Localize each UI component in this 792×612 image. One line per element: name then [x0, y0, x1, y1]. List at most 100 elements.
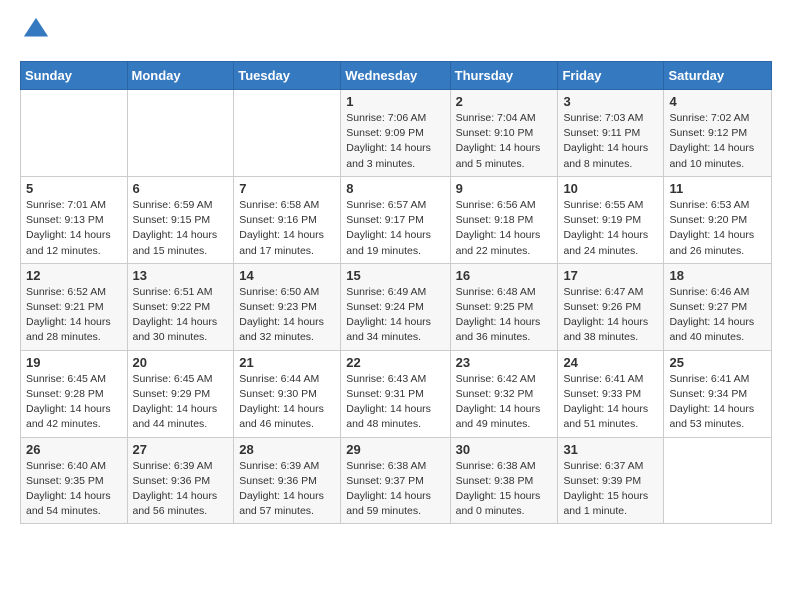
- day-cell: 13 Sunrise: 6:51 AM Sunset: 9:22 PM Dayli…: [127, 263, 234, 350]
- day-cell: 9 Sunrise: 6:56 AM Sunset: 9:18 PM Daylig…: [450, 176, 558, 263]
- calendar-table: SundayMondayTuesdayWednesdayThursdayFrid…: [20, 61, 772, 524]
- day-number: 8: [346, 181, 444, 196]
- day-info: Sunrise: 7:03 AM Sunset: 9:11 PM Dayligh…: [563, 111, 658, 172]
- day-cell: 6 Sunrise: 6:59 AM Sunset: 9:15 PM Daylig…: [127, 176, 234, 263]
- week-row-5: 26Sunrise: 6:40 AM Sunset: 9:35 PM Dayli…: [21, 437, 772, 524]
- day-cell: 30Sunrise: 6:38 AM Sunset: 9:38 PM Dayli…: [450, 437, 558, 524]
- day-number: 3: [563, 94, 658, 109]
- day-info: Sunrise: 6:55 AM Sunset: 9:19 PM Dayligh…: [563, 198, 658, 259]
- day-info: Sunrise: 6:47 AM Sunset: 9:26 PM Dayligh…: [563, 285, 658, 346]
- week-row-4: 19 Sunrise: 6:45 AM Sunset: 9:28 PM Dayli…: [21, 350, 772, 437]
- day-cell: 2 Sunrise: 7:04 AM Sunset: 9:10 PM Daylig…: [450, 90, 558, 177]
- day-info: Sunrise: 6:53 AM Sunset: 9:20 PM Dayligh…: [669, 198, 766, 259]
- day-number: 27: [133, 442, 229, 457]
- weekday-header-saturday: Saturday: [664, 62, 772, 90]
- day-cell: 20Sunrise: 6:45 AM Sunset: 9:29 PM Dayli…: [127, 350, 234, 437]
- day-cell: 15 Sunrise: 6:49 AM Sunset: 9:24 PM Dayli…: [341, 263, 450, 350]
- header: [20, 16, 772, 49]
- day-cell: 16 Sunrise: 6:48 AM Sunset: 9:25 PM Dayli…: [450, 263, 558, 350]
- day-number: 30: [456, 442, 553, 457]
- day-info: Sunrise: 6:44 AM Sunset: 9:30 PM Dayligh…: [239, 372, 335, 433]
- day-cell: [664, 437, 772, 524]
- day-cell: [234, 90, 341, 177]
- day-info: Sunrise: 7:06 AM Sunset: 9:09 PM Dayligh…: [346, 111, 444, 172]
- day-number: 22: [346, 355, 444, 370]
- day-cell: [21, 90, 128, 177]
- day-number: 31: [563, 442, 658, 457]
- day-info: Sunrise: 6:50 AM Sunset: 9:23 PM Dayligh…: [239, 285, 335, 346]
- day-number: 2: [456, 94, 553, 109]
- day-cell: 27 Sunrise: 6:39 AM Sunset: 9:36 PM Dayli…: [127, 437, 234, 524]
- day-cell: 21 Sunrise: 6:44 AM Sunset: 9:30 PM Dayli…: [234, 350, 341, 437]
- day-cell: 3 Sunrise: 7:03 AM Sunset: 9:11 PM Daylig…: [558, 90, 664, 177]
- day-number: 18: [669, 268, 766, 283]
- day-info: Sunrise: 6:49 AM Sunset: 9:24 PM Dayligh…: [346, 285, 444, 346]
- day-number: 13: [133, 268, 229, 283]
- page: SundayMondayTuesdayWednesdayThursdayFrid…: [0, 0, 792, 540]
- day-number: 16: [456, 268, 553, 283]
- weekday-header-friday: Friday: [558, 62, 664, 90]
- day-number: 10: [563, 181, 658, 196]
- logo: [20, 16, 54, 49]
- day-info: Sunrise: 6:43 AM Sunset: 9:31 PM Dayligh…: [346, 372, 444, 433]
- day-cell: 19 Sunrise: 6:45 AM Sunset: 9:28 PM Dayli…: [21, 350, 128, 437]
- day-info: Sunrise: 6:58 AM Sunset: 9:16 PM Dayligh…: [239, 198, 335, 259]
- weekday-header-wednesday: Wednesday: [341, 62, 450, 90]
- day-number: 5: [26, 181, 122, 196]
- day-info: Sunrise: 6:52 AM Sunset: 9:21 PM Dayligh…: [26, 285, 122, 346]
- day-number: 19: [26, 355, 122, 370]
- weekday-header-thursday: Thursday: [450, 62, 558, 90]
- weekday-header-row: SundayMondayTuesdayWednesdayThursdayFrid…: [21, 62, 772, 90]
- week-row-3: 12Sunrise: 6:52 AM Sunset: 9:21 PM Dayli…: [21, 263, 772, 350]
- week-row-1: 1 Sunrise: 7:06 AM Sunset: 9:09 PM Daylig…: [21, 90, 772, 177]
- day-cell: 17 Sunrise: 6:47 AM Sunset: 9:26 PM Dayli…: [558, 263, 664, 350]
- day-number: 15: [346, 268, 444, 283]
- day-cell: 22 Sunrise: 6:43 AM Sunset: 9:31 PM Dayli…: [341, 350, 450, 437]
- day-info: Sunrise: 6:39 AM Sunset: 9:36 PM Dayligh…: [239, 459, 335, 520]
- day-cell: 28 Sunrise: 6:39 AM Sunset: 9:36 PM Dayli…: [234, 437, 341, 524]
- logo-icon: [22, 16, 50, 44]
- day-info: Sunrise: 6:48 AM Sunset: 9:25 PM Dayligh…: [456, 285, 553, 346]
- day-info: Sunrise: 7:02 AM Sunset: 9:12 PM Dayligh…: [669, 111, 766, 172]
- day-number: 4: [669, 94, 766, 109]
- day-info: Sunrise: 6:59 AM Sunset: 9:15 PM Dayligh…: [133, 198, 229, 259]
- day-number: 20: [133, 355, 229, 370]
- day-number: 29: [346, 442, 444, 457]
- day-number: 17: [563, 268, 658, 283]
- day-number: 21: [239, 355, 335, 370]
- day-number: 26: [26, 442, 122, 457]
- day-info: Sunrise: 6:42 AM Sunset: 9:32 PM Dayligh…: [456, 372, 553, 433]
- day-info: Sunrise: 6:37 AM Sunset: 9:39 PM Dayligh…: [563, 459, 658, 520]
- day-number: 23: [456, 355, 553, 370]
- day-cell: 31 Sunrise: 6:37 AM Sunset: 9:39 PM Dayli…: [558, 437, 664, 524]
- day-cell: 23 Sunrise: 6:42 AM Sunset: 9:32 PM Dayli…: [450, 350, 558, 437]
- day-cell: 4 Sunrise: 7:02 AM Sunset: 9:12 PM Daylig…: [664, 90, 772, 177]
- day-info: Sunrise: 6:38 AM Sunset: 9:37 PM Dayligh…: [346, 459, 444, 520]
- day-cell: 24Sunrise: 6:41 AM Sunset: 9:33 PM Dayli…: [558, 350, 664, 437]
- weekday-header-tuesday: Tuesday: [234, 62, 341, 90]
- day-info: Sunrise: 6:51 AM Sunset: 9:22 PM Dayligh…: [133, 285, 229, 346]
- day-info: Sunrise: 6:45 AM Sunset: 9:28 PM Dayligh…: [26, 372, 122, 433]
- day-cell: 18Sunrise: 6:46 AM Sunset: 9:27 PM Dayli…: [664, 263, 772, 350]
- day-info: Sunrise: 7:01 AM Sunset: 9:13 PM Dayligh…: [26, 198, 122, 259]
- day-info: Sunrise: 6:39 AM Sunset: 9:36 PM Dayligh…: [133, 459, 229, 520]
- day-number: 1: [346, 94, 444, 109]
- day-info: Sunrise: 6:56 AM Sunset: 9:18 PM Dayligh…: [456, 198, 553, 259]
- day-number: 9: [456, 181, 553, 196]
- week-row-2: 5 Sunrise: 7:01 AM Sunset: 9:13 PM Daylig…: [21, 176, 772, 263]
- day-cell: 25Sunrise: 6:41 AM Sunset: 9:34 PM Dayli…: [664, 350, 772, 437]
- day-cell: 1 Sunrise: 7:06 AM Sunset: 9:09 PM Daylig…: [341, 90, 450, 177]
- day-cell: 7 Sunrise: 6:58 AM Sunset: 9:16 PM Daylig…: [234, 176, 341, 263]
- day-number: 6: [133, 181, 229, 196]
- day-cell: 8Sunrise: 6:57 AM Sunset: 9:17 PM Daylig…: [341, 176, 450, 263]
- day-info: Sunrise: 7:04 AM Sunset: 9:10 PM Dayligh…: [456, 111, 553, 172]
- day-number: 11: [669, 181, 766, 196]
- day-cell: 12Sunrise: 6:52 AM Sunset: 9:21 PM Dayli…: [21, 263, 128, 350]
- day-cell: 5 Sunrise: 7:01 AM Sunset: 9:13 PM Daylig…: [21, 176, 128, 263]
- day-number: 28: [239, 442, 335, 457]
- weekday-header-monday: Monday: [127, 62, 234, 90]
- day-number: 7: [239, 181, 335, 196]
- day-cell: 14 Sunrise: 6:50 AM Sunset: 9:23 PM Dayli…: [234, 263, 341, 350]
- day-cell: 29 Sunrise: 6:38 AM Sunset: 9:37 PM Dayli…: [341, 437, 450, 524]
- day-number: 14: [239, 268, 335, 283]
